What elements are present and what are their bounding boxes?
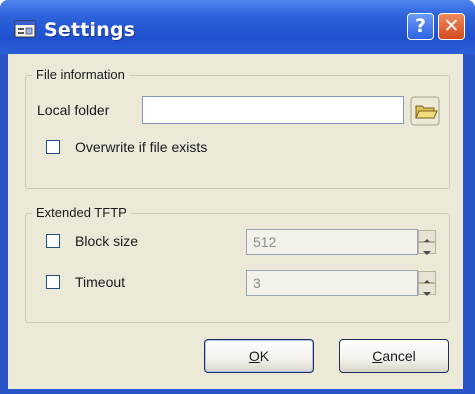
local-folder-label: Local folder bbox=[37, 102, 110, 118]
spin-down-icon[interactable] bbox=[418, 242, 436, 255]
close-button[interactable]: ✕ bbox=[438, 13, 465, 40]
cancel-label-rest: ancel bbox=[382, 348, 416, 364]
block-size-field[interactable]: 512 bbox=[246, 229, 418, 255]
spin-up-icon[interactable] bbox=[418, 230, 436, 243]
ok-mnemonic: O bbox=[248, 348, 260, 364]
timeout-checkbox[interactable] bbox=[46, 275, 60, 289]
overwrite-checkbox[interactable] bbox=[46, 140, 60, 154]
spin-up-icon[interactable] bbox=[418, 271, 436, 284]
settings-app-icon bbox=[14, 20, 36, 38]
cancel-button[interactable]: Cancel bbox=[339, 339, 449, 373]
local-folder-input[interactable] bbox=[142, 96, 404, 124]
timeout-label: Timeout bbox=[75, 274, 126, 290]
folder-icon[interactable] bbox=[410, 96, 440, 126]
extended-tftp-title: Extended TFTP bbox=[32, 205, 131, 220]
timeout-spinner[interactable] bbox=[418, 271, 436, 296]
help-button[interactable]: ? bbox=[407, 13, 434, 40]
ok-label-rest: K bbox=[259, 348, 270, 364]
cancel-mnemonic: C bbox=[372, 348, 383, 364]
timeout-field[interactable]: 3 bbox=[246, 270, 418, 296]
settings-dialog: Settings ? ✕ File information Local fold… bbox=[0, 0, 475, 394]
spin-down-icon[interactable] bbox=[418, 283, 436, 296]
file-information-title: File information bbox=[32, 67, 129, 82]
block-size-checkbox[interactable] bbox=[46, 234, 60, 248]
block-size-spinner[interactable] bbox=[418, 230, 436, 255]
ok-button[interactable]: OK bbox=[204, 339, 314, 373]
overwrite-label: Overwrite if file exists bbox=[75, 139, 208, 155]
file-information-group: File information bbox=[25, 67, 450, 189]
dialog-body: File information Local folder Overwrite … bbox=[8, 54, 463, 389]
window-title: Settings bbox=[44, 19, 136, 41]
title-bar[interactable]: Settings ? ✕ bbox=[0, 0, 475, 54]
block-size-label: Block size bbox=[75, 233, 139, 249]
